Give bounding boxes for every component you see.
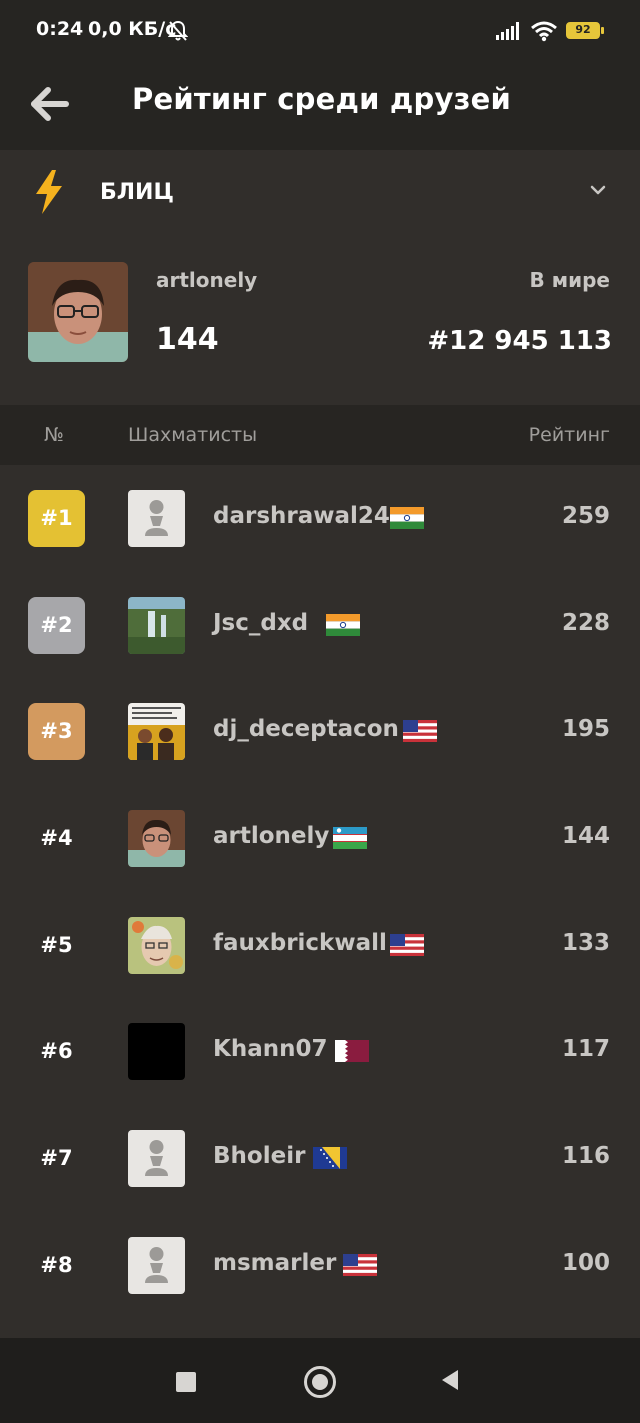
back-arrow-icon[interactable] (28, 82, 72, 126)
rank-label: #8 (40, 1252, 73, 1277)
wifi-icon (531, 21, 557, 42)
page-title: Рейтинг среди друзей (132, 82, 512, 116)
row-rating: 228 (561, 609, 610, 636)
row-username[interactable]: Khann07 (213, 1036, 327, 1062)
row-username[interactable]: dj_deceptacon (213, 716, 399, 742)
usa-flag-icon (403, 720, 437, 743)
leaderboard-list: #1 darshrawal24 259 #2 Jsc_dxd 228 #3 dj… (0, 465, 640, 1319)
lightning-icon (36, 170, 62, 214)
portrait-avatar (128, 916, 185, 974)
usa-flag-icon (390, 933, 424, 956)
row-rating: 195 (561, 716, 610, 743)
row-username[interactable]: Bholeir (213, 1143, 305, 1169)
table-row[interactable]: #8 msmarler 100 (0, 1212, 640, 1319)
table-row[interactable]: #4 artlonely 144 (0, 785, 640, 892)
status-network-speed: 0,0 КБ/с (88, 18, 177, 40)
rank-label: #5 (40, 932, 73, 957)
rank-label: #6 (40, 1039, 73, 1064)
table-row[interactable]: #6 Khann07 117 (0, 998, 640, 1105)
row-username[interactable]: msmarler (213, 1250, 336, 1276)
table-row[interactable]: #2 Jsc_dxd 228 (0, 572, 640, 679)
rank-badge-gold: #1 (28, 490, 85, 547)
row-rating: 259 (561, 503, 610, 529)
bosnia-flag-icon (313, 1147, 347, 1170)
pawn-avatar-icon (128, 490, 185, 547)
rank-badge-silver: #2 (28, 596, 85, 654)
row-username[interactable]: artlonely (213, 823, 329, 849)
system-nav-bar (0, 1338, 640, 1423)
qatar-flag-icon (335, 1040, 369, 1063)
rank-label: #7 (40, 1146, 73, 1171)
row-rating: 116 (561, 1143, 610, 1170)
row-rating: 144 (561, 823, 610, 850)
world-rank-value: #12 945 113 (427, 326, 612, 356)
rank-badge-bronze: #3 (28, 703, 85, 761)
current-rating: 144 (156, 322, 219, 357)
table-row[interactable]: #3 dj_deceptacon 195 (0, 678, 640, 785)
row-rating: 133 (561, 929, 610, 956)
user-avatar (28, 262, 128, 362)
row-username[interactable]: Jsc_dxd (213, 610, 308, 636)
home-button[interactable] (304, 1366, 336, 1398)
table-row[interactable]: #7 Bholeir 116 (0, 1105, 640, 1212)
column-number: № (44, 424, 64, 446)
signal-icon (496, 22, 519, 40)
group-photo-avatar (128, 703, 185, 761)
usa-flag-icon (343, 1253, 377, 1276)
rank-label: #4 (40, 826, 73, 851)
row-rating: 117 (561, 1036, 610, 1063)
status-time: 0:24 (36, 18, 84, 40)
table-header: № Шахматисты Рейтинг (0, 405, 640, 465)
pawn-avatar-icon (128, 1130, 185, 1188)
app-header: Рейтинг среди друзей (0, 64, 640, 150)
muted-bell-icon (168, 20, 188, 41)
row-username[interactable]: fauxbrickwall (213, 930, 387, 956)
row-username[interactable]: darshrawal24 (213, 503, 390, 529)
uzbekistan-flag-icon (333, 827, 367, 850)
chevron-down-icon[interactable] (590, 184, 606, 196)
status-bar: 0:24 0,0 КБ/с 92 (0, 0, 640, 64)
current-user-summary: artlonely 144 В мире #12 945 113 (0, 250, 640, 380)
pawn-avatar-icon (128, 1236, 185, 1294)
table-row[interactable]: #5 fauxbrickwall 133 (0, 892, 640, 999)
row-rating: 100 (561, 1249, 610, 1276)
column-rating: Рейтинг (528, 424, 610, 446)
battery-icon: 92 (566, 22, 604, 39)
table-row[interactable]: #1 darshrawal24 259 (0, 465, 640, 572)
back-triangle-icon[interactable] (440, 1368, 460, 1392)
battery-level: 92 (575, 23, 591, 36)
current-username: artlonely (156, 268, 258, 292)
recent-apps-button[interactable] (176, 1372, 196, 1392)
column-players: Шахматисты (128, 424, 258, 446)
waterfall-avatar (128, 596, 185, 654)
india-flag-icon (326, 613, 360, 636)
game-mode-selector[interactable]: БЛИЦ (0, 150, 640, 240)
game-mode-label: БЛИЦ (100, 180, 174, 205)
india-flag-icon (390, 507, 424, 529)
black-avatar (128, 1023, 185, 1081)
user-avatar-small (128, 810, 185, 868)
world-rank-label: В мире (529, 268, 610, 292)
